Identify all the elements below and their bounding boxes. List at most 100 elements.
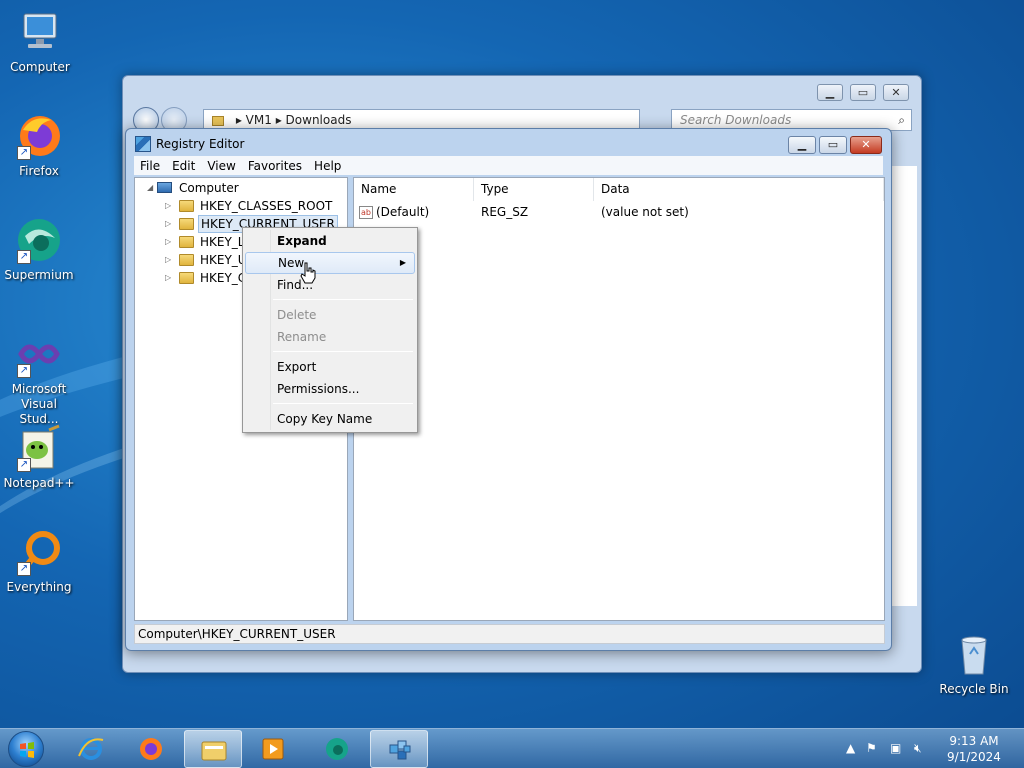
regedit-icon [135,136,151,152]
supermium-icon: ↗ [15,216,63,264]
expand-arrow-icon[interactable]: ▷ [165,251,175,269]
desktop-icon-notepadpp[interactable]: ↗ Notepad++ [1,424,77,490]
computer-icon [16,8,64,56]
taskbar-media-player[interactable] [244,730,302,768]
clock[interactable]: 9:13 AM 9/1/2024 [946,733,1002,765]
breadcrumb-separator: ▸ [275,113,286,127]
tree-node-label: Computer [179,181,239,195]
column-header-data[interactable]: Data [594,178,884,201]
submenu-arrow-icon: ▶ [399,258,406,267]
desktop-icon-label: Firefox [19,164,59,178]
hand-cursor-icon [300,262,316,284]
minimize-button[interactable]: ▁ [788,136,816,154]
folder-icon [179,272,194,284]
internet-explorer-icon [78,738,104,760]
desktop-icon-recycle-bin[interactable]: Recycle Bin [936,630,1012,696]
firefox-icon [140,738,162,760]
breadcrumb-item[interactable]: VM1 [246,113,272,127]
desktop-icon-supermium[interactable]: ↗ Supermium [1,216,77,282]
taskbar-regedit[interactable] [370,730,428,768]
clock-time: 9:13 AM [949,734,999,748]
menu-separator [273,299,413,300]
breadcrumb-item[interactable]: Downloads [286,113,352,127]
string-value-icon: ab [359,206,373,219]
context-menu-rename[interactable]: Rename [245,326,415,348]
taskbar-explorer[interactable] [184,730,242,768]
media-player-icon [262,738,284,760]
clock-date: 9/1/2024 [947,750,1001,764]
collapse-arrow-icon[interactable]: ◢ [147,179,157,197]
menu-separator [273,351,413,352]
taskbar-firefox[interactable] [122,730,180,768]
folder-icon [179,200,194,212]
recycle-bin-icon [950,630,998,678]
computer-icon [157,182,172,193]
registry-editor-window[interactable]: Registry Editor ▁ ▭ ✕ File Edit View Fav… [125,128,892,651]
expand-arrow-icon[interactable]: ▷ [165,233,175,251]
expand-arrow-icon[interactable]: ▷ [165,269,175,287]
visual-studio-icon: ↗ [15,330,63,378]
volume-muted-icon[interactable]: 🔇︎ [914,741,922,756]
minimize-button[interactable]: ▁ [817,84,843,101]
context-menu-export[interactable]: Export [245,356,415,378]
context-menu-delete[interactable]: Delete [245,304,415,326]
context-menu[interactable]: Expand New ▶ Find... Delete Rename Expor… [242,227,418,433]
desktop-icon-label: Recycle Bin [939,682,1009,696]
menu-help[interactable]: Help [308,159,347,173]
close-button[interactable]: ✕ [883,84,909,101]
windows-logo-icon [20,742,34,758]
expand-arrow-icon[interactable]: ▷ [165,197,175,215]
taskbar: ▲ ⚑ ▣ 🔇︎ 9:13 AM 9/1/2024 [0,728,1024,768]
folder-icon [179,236,194,248]
menu-file[interactable]: File [134,159,166,173]
value-type: REG_SZ [481,205,529,219]
taskbar-internet-explorer[interactable] [62,730,120,768]
title-bar[interactable]: Registry Editor ▁ ▭ ✕ [126,129,891,157]
context-menu-copy-key-name[interactable]: Copy Key Name [245,408,415,430]
tree-node-hkcr[interactable]: ▷ HKEY_CLASSES_ROOT [165,197,345,215]
column-header-type[interactable]: Type [474,178,594,201]
context-menu-permissions[interactable]: Permissions... [245,378,415,400]
context-menu-new[interactable]: New ▶ [245,252,415,274]
desktop-icon-label: Notepad++ [3,476,75,490]
firefox-icon: ↗ [15,112,63,160]
expand-arrow-icon[interactable]: ▷ [165,215,175,233]
value-name: (Default) [376,205,430,219]
desktop-icon-label: Computer [10,60,70,74]
context-menu-expand[interactable]: Expand [245,230,415,252]
desktop-icon-visual-studio[interactable]: ↗ Microsoft Visual Stud... [1,330,77,427]
folder-icon [212,115,224,126]
explorer-icon [201,741,227,761]
notepadpp-icon: ↗ [15,424,63,472]
breadcrumb-separator: ▸ [235,113,246,127]
action-center-flag-icon[interactable]: ⚑ [866,741,877,755]
tree-node-computer[interactable]: ◢ Computer [147,179,337,197]
values-list[interactable]: Name Type Data ab (Default) REG_SZ (value… [353,177,885,621]
regedit-icon [389,740,411,760]
value-data: (value not set) [601,205,689,219]
shortcut-arrow-icon: ↗ [17,146,31,160]
maximize-button[interactable]: ▭ [850,84,876,101]
folder-icon [179,218,194,230]
window-title: Registry Editor [156,137,245,151]
desktop-icon-everything[interactable]: ↗ Everything [1,528,77,594]
desktop-icon-label: Microsoft Visual Stud... [11,382,67,426]
folder-icon [179,254,194,266]
table-row[interactable]: ab (Default) REG_SZ (value not set) [359,202,879,222]
show-hidden-icons-icon[interactable]: ▲ [846,741,855,755]
menu-favorites[interactable]: Favorites [242,159,308,173]
maximize-button[interactable]: ▭ [819,136,847,154]
taskbar-supermium[interactable] [308,730,366,768]
close-button[interactable]: ✕ [850,136,882,154]
search-placeholder: Search Downloads [680,113,792,127]
menu-view[interactable]: View [201,159,241,173]
desktop-icon-firefox[interactable]: ↗ Firefox [1,112,77,178]
menu-bar: File Edit View Favorites Help [134,156,883,175]
menu-edit[interactable]: Edit [166,159,201,173]
column-header-name[interactable]: Name [354,178,474,201]
context-menu-find[interactable]: Find... [245,274,415,296]
desktop-icon-computer[interactable]: Computer [2,8,78,74]
network-icon[interactable]: ▣ [890,741,901,755]
start-button[interactable] [8,731,44,767]
desktop-icon-label: Everything [6,580,72,594]
